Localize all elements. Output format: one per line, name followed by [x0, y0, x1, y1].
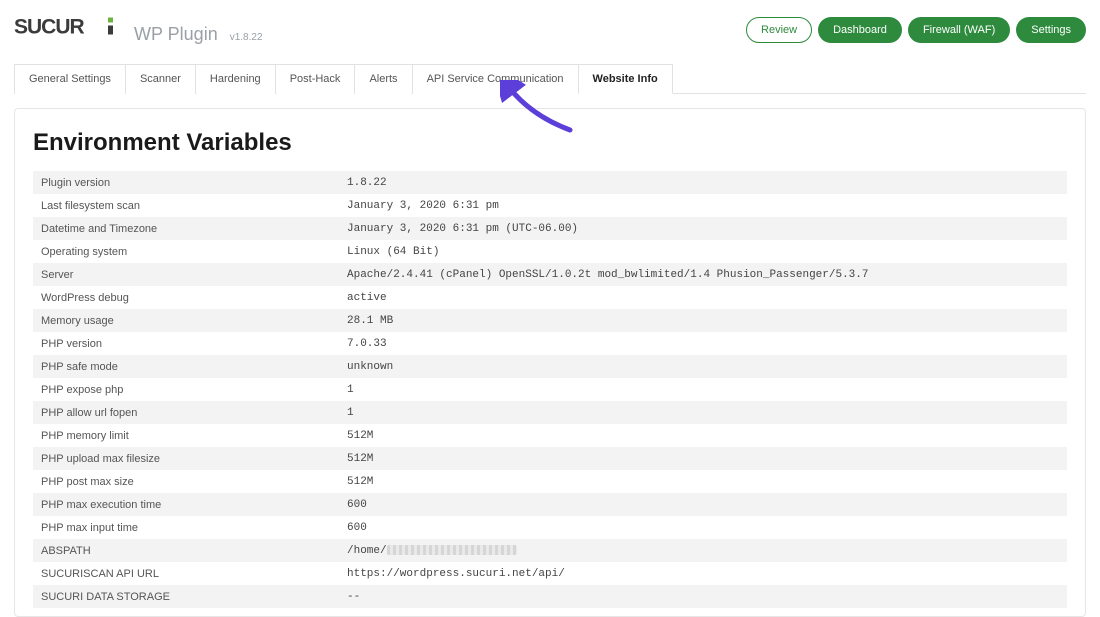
- environment-table: Plugin version1.8.22Last filesystem scan…: [33, 171, 1067, 608]
- env-key: PHP upload max filesize: [33, 447, 339, 470]
- env-value: 512M: [339, 424, 1067, 447]
- env-key: Operating system: [33, 240, 339, 263]
- tab-general-settings[interactable]: General Settings: [14, 64, 126, 94]
- table-row: PHP post max size512M: [33, 470, 1067, 493]
- env-key: SUCURI DATA STORAGE: [33, 585, 339, 608]
- env-value: 512M: [339, 470, 1067, 493]
- tab-website-info[interactable]: Website Info: [578, 64, 673, 94]
- table-row: PHP memory limit512M: [33, 424, 1067, 447]
- header-buttons: Review Dashboard Firewall (WAF) Settings: [746, 17, 1086, 43]
- env-key: Last filesystem scan: [33, 194, 339, 217]
- table-row: PHP allow url fopen1: [33, 401, 1067, 424]
- brand-product: WP Plugin: [134, 24, 218, 45]
- env-key: PHP expose php: [33, 378, 339, 401]
- tab-post-hack[interactable]: Post-Hack: [275, 64, 356, 94]
- panel-title: Environment Variables: [33, 129, 1067, 157]
- firewall-button[interactable]: Firewall (WAF): [908, 17, 1010, 43]
- env-value: Linux (64 Bit): [339, 240, 1067, 263]
- env-key: PHP max input time: [33, 516, 339, 539]
- tab-hardening[interactable]: Hardening: [195, 64, 276, 94]
- table-row: WordPress debugactive: [33, 286, 1067, 309]
- env-value: 1: [339, 401, 1067, 424]
- env-value: --: [339, 585, 1067, 608]
- env-key: Memory usage: [33, 309, 339, 332]
- tab-api-service-communication[interactable]: API Service Communication: [412, 64, 579, 94]
- sucuri-logo: SUCUR: [14, 14, 124, 40]
- tabs: General Settings Scanner Hardening Post-…: [14, 63, 1086, 94]
- env-key: ABSPATH: [33, 539, 339, 562]
- table-row: ABSPATH/home/: [33, 539, 1067, 562]
- env-value: 512M: [339, 447, 1067, 470]
- table-row: Last filesystem scanJanuary 3, 2020 6:31…: [33, 194, 1067, 217]
- table-row: Datetime and TimezoneJanuary 3, 2020 6:3…: [33, 217, 1067, 240]
- env-key: PHP post max size: [33, 470, 339, 493]
- tab-scanner[interactable]: Scanner: [125, 64, 196, 94]
- table-row: PHP safe modeunknown: [33, 355, 1067, 378]
- table-row: PHP max input time600: [33, 516, 1067, 539]
- env-value: January 3, 2020 6:31 pm: [339, 194, 1067, 217]
- env-key: PHP version: [33, 332, 339, 355]
- env-value: 28.1 MB: [339, 309, 1067, 332]
- env-value: /home/: [339, 539, 1067, 562]
- env-value: 600: [339, 516, 1067, 539]
- env-value: January 3, 2020 6:31 pm (UTC-06.00): [339, 217, 1067, 240]
- review-button[interactable]: Review: [746, 17, 812, 43]
- env-key: Server: [33, 263, 339, 286]
- table-row: Plugin version1.8.22: [33, 171, 1067, 194]
- env-value: 600: [339, 493, 1067, 516]
- header: SUCUR WP Plugin v1.8.22 Review Dashboard…: [14, 14, 1086, 45]
- env-key: Plugin version: [33, 171, 339, 194]
- tab-alerts[interactable]: Alerts: [354, 64, 412, 94]
- env-key: Datetime and Timezone: [33, 217, 339, 240]
- env-key: PHP max execution time: [33, 493, 339, 516]
- env-value: Apache/2.4.41 (cPanel) OpenSSL/1.0.2t mo…: [339, 263, 1067, 286]
- brand: SUCUR WP Plugin v1.8.22: [14, 14, 263, 45]
- dashboard-button[interactable]: Dashboard: [818, 17, 902, 43]
- env-value: 7.0.33: [339, 332, 1067, 355]
- env-key: PHP safe mode: [33, 355, 339, 378]
- environment-panel: Environment Variables Plugin version1.8.…: [14, 108, 1086, 617]
- env-value: 1: [339, 378, 1067, 401]
- table-row: PHP version7.0.33: [33, 332, 1067, 355]
- table-row: PHP expose php1: [33, 378, 1067, 401]
- env-key: WordPress debug: [33, 286, 339, 309]
- table-row: SUCURISCAN API URLhttps://wordpress.sucu…: [33, 562, 1067, 585]
- brand-version: v1.8.22: [230, 32, 263, 43]
- env-value: active: [339, 286, 1067, 309]
- env-value: unknown: [339, 355, 1067, 378]
- env-key: PHP memory limit: [33, 424, 339, 447]
- table-row: PHP upload max filesize512M: [33, 447, 1067, 470]
- table-row: Operating systemLinux (64 Bit): [33, 240, 1067, 263]
- redacted-text: [387, 545, 517, 555]
- svg-text:SUCUR: SUCUR: [14, 16, 85, 39]
- settings-button[interactable]: Settings: [1016, 17, 1086, 43]
- env-key: PHP allow url fopen: [33, 401, 339, 424]
- env-value: 1.8.22: [339, 171, 1067, 194]
- env-value: https://wordpress.sucuri.net/api/: [339, 562, 1067, 585]
- table-row: SUCURI DATA STORAGE--: [33, 585, 1067, 608]
- table-row: ServerApache/2.4.41 (cPanel) OpenSSL/1.0…: [33, 263, 1067, 286]
- table-row: Memory usage28.1 MB: [33, 309, 1067, 332]
- table-row: PHP max execution time600: [33, 493, 1067, 516]
- env-key: SUCURISCAN API URL: [33, 562, 339, 585]
